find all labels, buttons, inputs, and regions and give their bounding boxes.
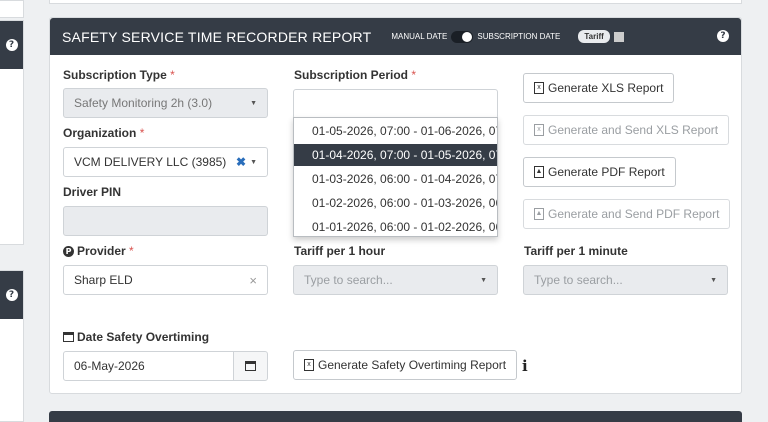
organization-select[interactable]: VCM DELIVERY LLC (3985) ✖ ▼ bbox=[63, 147, 268, 177]
subscription-period-label: Subscription Period * bbox=[294, 68, 417, 82]
provider-value: Sharp ELD bbox=[74, 273, 133, 287]
provider-icon: P bbox=[63, 245, 74, 257]
generate-xls-label: Generate XLS Report bbox=[548, 81, 664, 95]
calendar-icon bbox=[63, 332, 74, 342]
tariff-checkbox[interactable] bbox=[613, 31, 624, 42]
left-panel-top bbox=[0, 0, 24, 18]
period-option[interactable]: 01-01-2026, 06:00 - 01-02-2026, 06 bbox=[294, 216, 497, 236]
organization-value: VCM DELIVERY LLC (3985) bbox=[74, 155, 227, 169]
subscription-type-select: Safety Monitoring 2h (3.0) ▼ bbox=[63, 88, 268, 118]
period-option-selected[interactable]: 01-04-2026, 07:00 - 01-05-2026, 07 bbox=[294, 144, 497, 166]
excel-file-icon: x bbox=[534, 82, 544, 94]
left-panel-1: ? bbox=[0, 20, 24, 245]
generate-overtiming-button[interactable]: x Generate Safety Overtiming Report bbox=[293, 350, 518, 380]
tariff-minute-select: Type to search... ▼ bbox=[523, 265, 728, 295]
generate-pdf-label: Generate PDF Report bbox=[548, 165, 665, 179]
clear-icon[interactable]: ✖ bbox=[236, 155, 246, 169]
generate-send-pdf-button: ▲ Generate and Send PDF Report bbox=[523, 199, 731, 229]
organization-label: Organization * bbox=[63, 126, 145, 140]
subscription-period-dropdown: 01-05-2026, 07:00 - 01-06-2026, 07 01-04… bbox=[293, 117, 498, 237]
tariff-minute-placeholder: Type to search... bbox=[534, 273, 623, 287]
generate-send-xls-button: x Generate and Send XLS Report bbox=[523, 115, 730, 145]
generate-xls-button[interactable]: x Generate XLS Report bbox=[523, 73, 675, 103]
provider-label: P Provider * bbox=[63, 244, 134, 258]
next-panel-header bbox=[49, 411, 742, 422]
generate-send-pdf-label: Generate and Send PDF Report bbox=[548, 207, 720, 221]
excel-file-icon: x bbox=[304, 359, 314, 371]
manual-date-label: MANUAL DATE bbox=[391, 32, 448, 41]
overtiming-label: Date Safety Overtiming bbox=[63, 330, 209, 344]
subscription-type-value: Safety Monitoring 2h (3.0) bbox=[74, 96, 213, 110]
driver-pin-input bbox=[63, 206, 268, 236]
tariff-hour-select: Type to search... ▼ bbox=[293, 265, 498, 295]
generate-overtiming-label: Generate Safety Overtiming Report bbox=[318, 358, 507, 372]
tariff-hour-label: Tariff per 1 hour bbox=[294, 244, 386, 258]
left-panel-2: ? bbox=[0, 270, 24, 422]
info-icon[interactable]: i bbox=[522, 357, 528, 375]
help-icon-2[interactable]: ? bbox=[5, 289, 18, 301]
help-icon-header[interactable]: ? bbox=[717, 30, 729, 42]
help-icon[interactable]: ? bbox=[5, 39, 18, 51]
chevron-down-icon: ▼ bbox=[250, 158, 257, 166]
pdf-file-icon: ▲ bbox=[534, 166, 544, 178]
tariff-hour-placeholder: Type to search... bbox=[304, 273, 393, 287]
chevron-down-icon: ▼ bbox=[480, 276, 487, 284]
clear-icon[interactable]: × bbox=[249, 273, 257, 288]
panel-title: SAFETY SERVICE TIME RECORDER REPORT bbox=[62, 28, 372, 45]
left-panel-header-2: ? bbox=[0, 271, 23, 319]
period-option[interactable]: 01-03-2026, 06:00 - 01-04-2026, 07 bbox=[294, 168, 497, 190]
chevron-down-icon: ▼ bbox=[250, 99, 257, 107]
panel-header: SAFETY SERVICE TIME RECORDER REPORT MANU… bbox=[50, 18, 741, 55]
pdf-file-icon: ▲ bbox=[534, 208, 544, 220]
overtiming-date-input[interactable]: 06-May-2026 bbox=[63, 351, 234, 381]
driver-pin-label: Driver PIN bbox=[63, 185, 122, 199]
left-panel-header: ? bbox=[0, 21, 23, 69]
calendar-icon bbox=[245, 361, 256, 371]
generate-pdf-button[interactable]: ▲ Generate PDF Report bbox=[523, 157, 676, 187]
provider-select[interactable]: Sharp ELD × bbox=[63, 265, 268, 295]
calendar-button[interactable] bbox=[233, 351, 268, 381]
previous-panel-bottom bbox=[49, 0, 742, 4]
date-mode-toggle[interactable] bbox=[451, 30, 474, 43]
chevron-down-icon: ▼ bbox=[710, 276, 717, 284]
subscription-type-label: Subscription Type * bbox=[63, 68, 175, 82]
generate-send-xls-label: Generate and Send XLS Report bbox=[548, 123, 719, 137]
tariff-minute-label: Tariff per 1 minute bbox=[524, 244, 628, 258]
subscription-date-label: SUBSCRIPTION DATE bbox=[477, 32, 561, 41]
period-option[interactable]: 01-02-2026, 06:00 - 01-03-2026, 06 bbox=[294, 192, 497, 214]
excel-file-icon: x bbox=[534, 124, 544, 136]
period-option[interactable]: 01-05-2026, 07:00 - 01-06-2026, 07 bbox=[294, 120, 497, 142]
subscription-period-select[interactable] bbox=[293, 89, 498, 119]
tariff-badge: Tariff bbox=[578, 30, 610, 43]
date-mode-switch[interactable]: MANUAL DATE SUBSCRIPTION DATE bbox=[391, 30, 561, 43]
